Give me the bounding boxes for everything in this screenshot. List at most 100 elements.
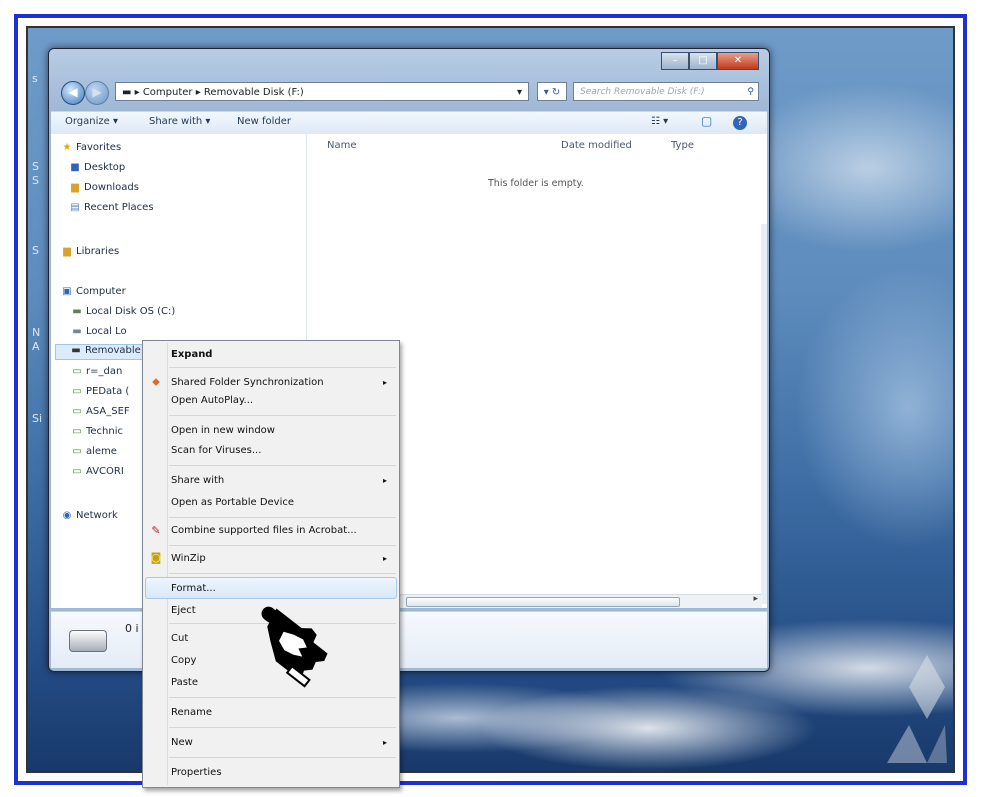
column-name[interactable]: Name — [327, 140, 357, 151]
nav-local-disk-c[interactable]: ▬ Local Disk OS (C:) — [71, 306, 175, 317]
nav-libraries[interactable]: ▆ Libraries — [61, 246, 119, 257]
nav-network-drive[interactable]: ▭ AVCORI — [71, 466, 124, 477]
preview-pane-button[interactable]: ▢ — [701, 114, 712, 128]
nav-network-drive[interactable]: ▭ r=_dan — [71, 366, 122, 377]
nav-downloads[interactable]: ▆ Downloads — [69, 182, 139, 193]
address-dropdown-icon[interactable]: ▾ — [517, 83, 522, 102]
nav-network-drive[interactable]: ▭ aleme — [71, 446, 117, 457]
submenu-arrow-icon: ▸ — [382, 476, 387, 485]
nav-recent-places[interactable]: ▤ Recent Places — [69, 202, 153, 213]
menu-item-expand[interactable]: Expand — [171, 349, 212, 360]
removable-drive-icon — [69, 630, 107, 652]
empty-folder-message: This folder is empty. — [488, 178, 584, 189]
search-placeholder: Search Removable Disk (F:) — [580, 87, 705, 97]
menu-item-combine-acrobat[interactable]: Combine supported files in Acrobat... — [171, 525, 357, 536]
submenu-arrow-icon: ▸ — [382, 738, 387, 747]
organize-button[interactable]: Organize ▾ — [65, 116, 118, 127]
minimize-button[interactable]: – — [661, 52, 689, 70]
menu-item-share-with[interactable]: Share with — [171, 475, 224, 486]
menu-separator — [169, 465, 396, 466]
nav-network-drive[interactable]: ▭ Technic — [71, 426, 123, 437]
menu-separator — [169, 697, 396, 698]
menu-item-rename[interactable]: Rename — [171, 707, 212, 718]
network-drive-icon: ▭ — [72, 426, 82, 437]
menu-item-format[interactable]: Format... — [171, 583, 216, 594]
submenu-arrow-icon: ▸ — [382, 554, 387, 563]
menu-separator — [169, 545, 396, 546]
desktop-edge-label: S — [32, 160, 39, 173]
nav-computer[interactable]: ▣ Computer — [61, 286, 125, 297]
menu-item-properties[interactable]: Properties — [171, 767, 222, 778]
column-type[interactable]: Type — [671, 140, 694, 151]
details-item-count: 0 i — [125, 622, 139, 635]
back-arrow-icon[interactable]: ◀ — [61, 81, 85, 105]
maximize-button[interactable]: □ — [689, 52, 717, 70]
menu-item-new[interactable]: New — [171, 737, 193, 748]
sync-icon: ⬥ — [152, 375, 160, 388]
menu-item-winzip[interactable]: WinZip — [171, 553, 206, 564]
network-drive-icon: ▭ — [72, 446, 82, 457]
menu-item-open-autoplay[interactable]: Open AutoPlay... — [171, 395, 253, 406]
menu-separator — [169, 517, 396, 518]
nav-network-drive[interactable]: ▭ PEData ( — [71, 386, 129, 397]
desktop-icon: ■ — [70, 162, 80, 173]
nav-network[interactable]: ◉ Network — [61, 510, 118, 521]
menu-item-shared-folder-sync[interactable]: Shared Folder Synchronization — [171, 377, 324, 388]
help-button[interactable]: ? — [733, 116, 747, 130]
network-icon: ◉ — [62, 510, 72, 521]
address-path-field[interactable]: ▬ ▸ Computer ▸ Removable Disk (F:) ▾ — [115, 82, 529, 101]
menu-item-open-new-window[interactable]: Open in new window — [171, 425, 275, 436]
menu-item-eject[interactable]: Eject — [171, 605, 196, 616]
submenu-arrow-icon: ▸ — [382, 378, 387, 387]
hand-pointer-cursor-icon — [261, 606, 328, 688]
search-input[interactable]: Search Removable Disk (F:) ⚲ — [573, 82, 759, 101]
recent-places-icon: ▤ — [70, 202, 80, 213]
column-date-modified[interactable]: Date modified — [561, 140, 632, 151]
menu-item-scan-viruses[interactable]: Scan for Viruses... — [171, 445, 261, 456]
share-with-button[interactable]: Share with ▾ — [149, 116, 210, 127]
menu-separator — [169, 573, 396, 574]
network-drive-icon: ▭ — [72, 406, 82, 417]
network-drive-icon: ▭ — [72, 466, 82, 477]
nav-removable-selected[interactable]: ▬ Removable — [55, 344, 143, 360]
address-bar-row: ◀ ▶ ▬ ▸ Computer ▸ Removable Disk (F:) ▾… — [57, 79, 759, 105]
menu-item-copy[interactable]: Copy — [171, 655, 196, 666]
desktop-edge-label: S — [32, 244, 39, 257]
desktop-edge-label: A — [32, 340, 40, 353]
computer-icon: ▣ — [62, 286, 72, 297]
nav-desktop[interactable]: ■ Desktop — [69, 162, 125, 173]
close-button[interactable]: ✕ — [717, 52, 759, 70]
desktop-edge-label: Si — [32, 412, 43, 425]
menu-item-cut[interactable]: Cut — [171, 633, 188, 644]
menu-item-open-portable-device[interactable]: Open as Portable Device — [171, 497, 294, 508]
menu-separator — [169, 727, 396, 728]
views-button[interactable]: ☷ ▾ — [651, 116, 668, 127]
downloads-folder-icon: ▆ — [71, 182, 79, 193]
menu-item-paste[interactable]: Paste — [171, 677, 198, 688]
search-icon[interactable]: ⚲ — [747, 83, 754, 102]
desktop-edge-label: s — [32, 72, 38, 85]
window-controls: – □ ✕ — [661, 52, 759, 70]
winzip-icon: ◙ — [150, 551, 162, 564]
horizontal-scroll-thumb[interactable] — [406, 597, 680, 607]
nav-favorites[interactable]: ★ Favorites — [61, 142, 122, 153]
star-icon: ★ — [62, 142, 72, 153]
new-folder-button[interactable]: New folder — [237, 116, 291, 127]
refresh-button[interactable]: ▾ ↻ — [537, 82, 567, 101]
acrobat-icon: ✎ — [151, 524, 161, 537]
context-menu: Expand ⬥ Shared Folder Synchronization ▸… — [142, 340, 400, 788]
local-disk-icon: ▬ — [72, 306, 82, 317]
nav-network-drive[interactable]: ▭ ASA_SEF — [71, 406, 129, 417]
removable-disk-icon: ▬ — [71, 345, 81, 356]
menu-separator — [169, 367, 396, 368]
menu-separator — [169, 757, 396, 758]
forward-arrow-icon[interactable]: ▶ — [85, 81, 109, 105]
horizontal-scrollbar[interactable]: ▸ — [396, 594, 762, 608]
nav-local-disk-2[interactable]: ▬ Local Lo — [71, 326, 126, 337]
vertical-scrollbar[interactable] — [761, 224, 767, 604]
network-drive-icon: ▭ — [72, 366, 82, 377]
libraries-icon: ▆ — [63, 246, 71, 257]
command-bar: Organize ▾ Share with ▾ New folder ☷ ▾ ▢… — [51, 111, 767, 135]
scroll-right-arrow-icon[interactable]: ▸ — [753, 594, 758, 604]
menu-separator — [169, 415, 396, 416]
